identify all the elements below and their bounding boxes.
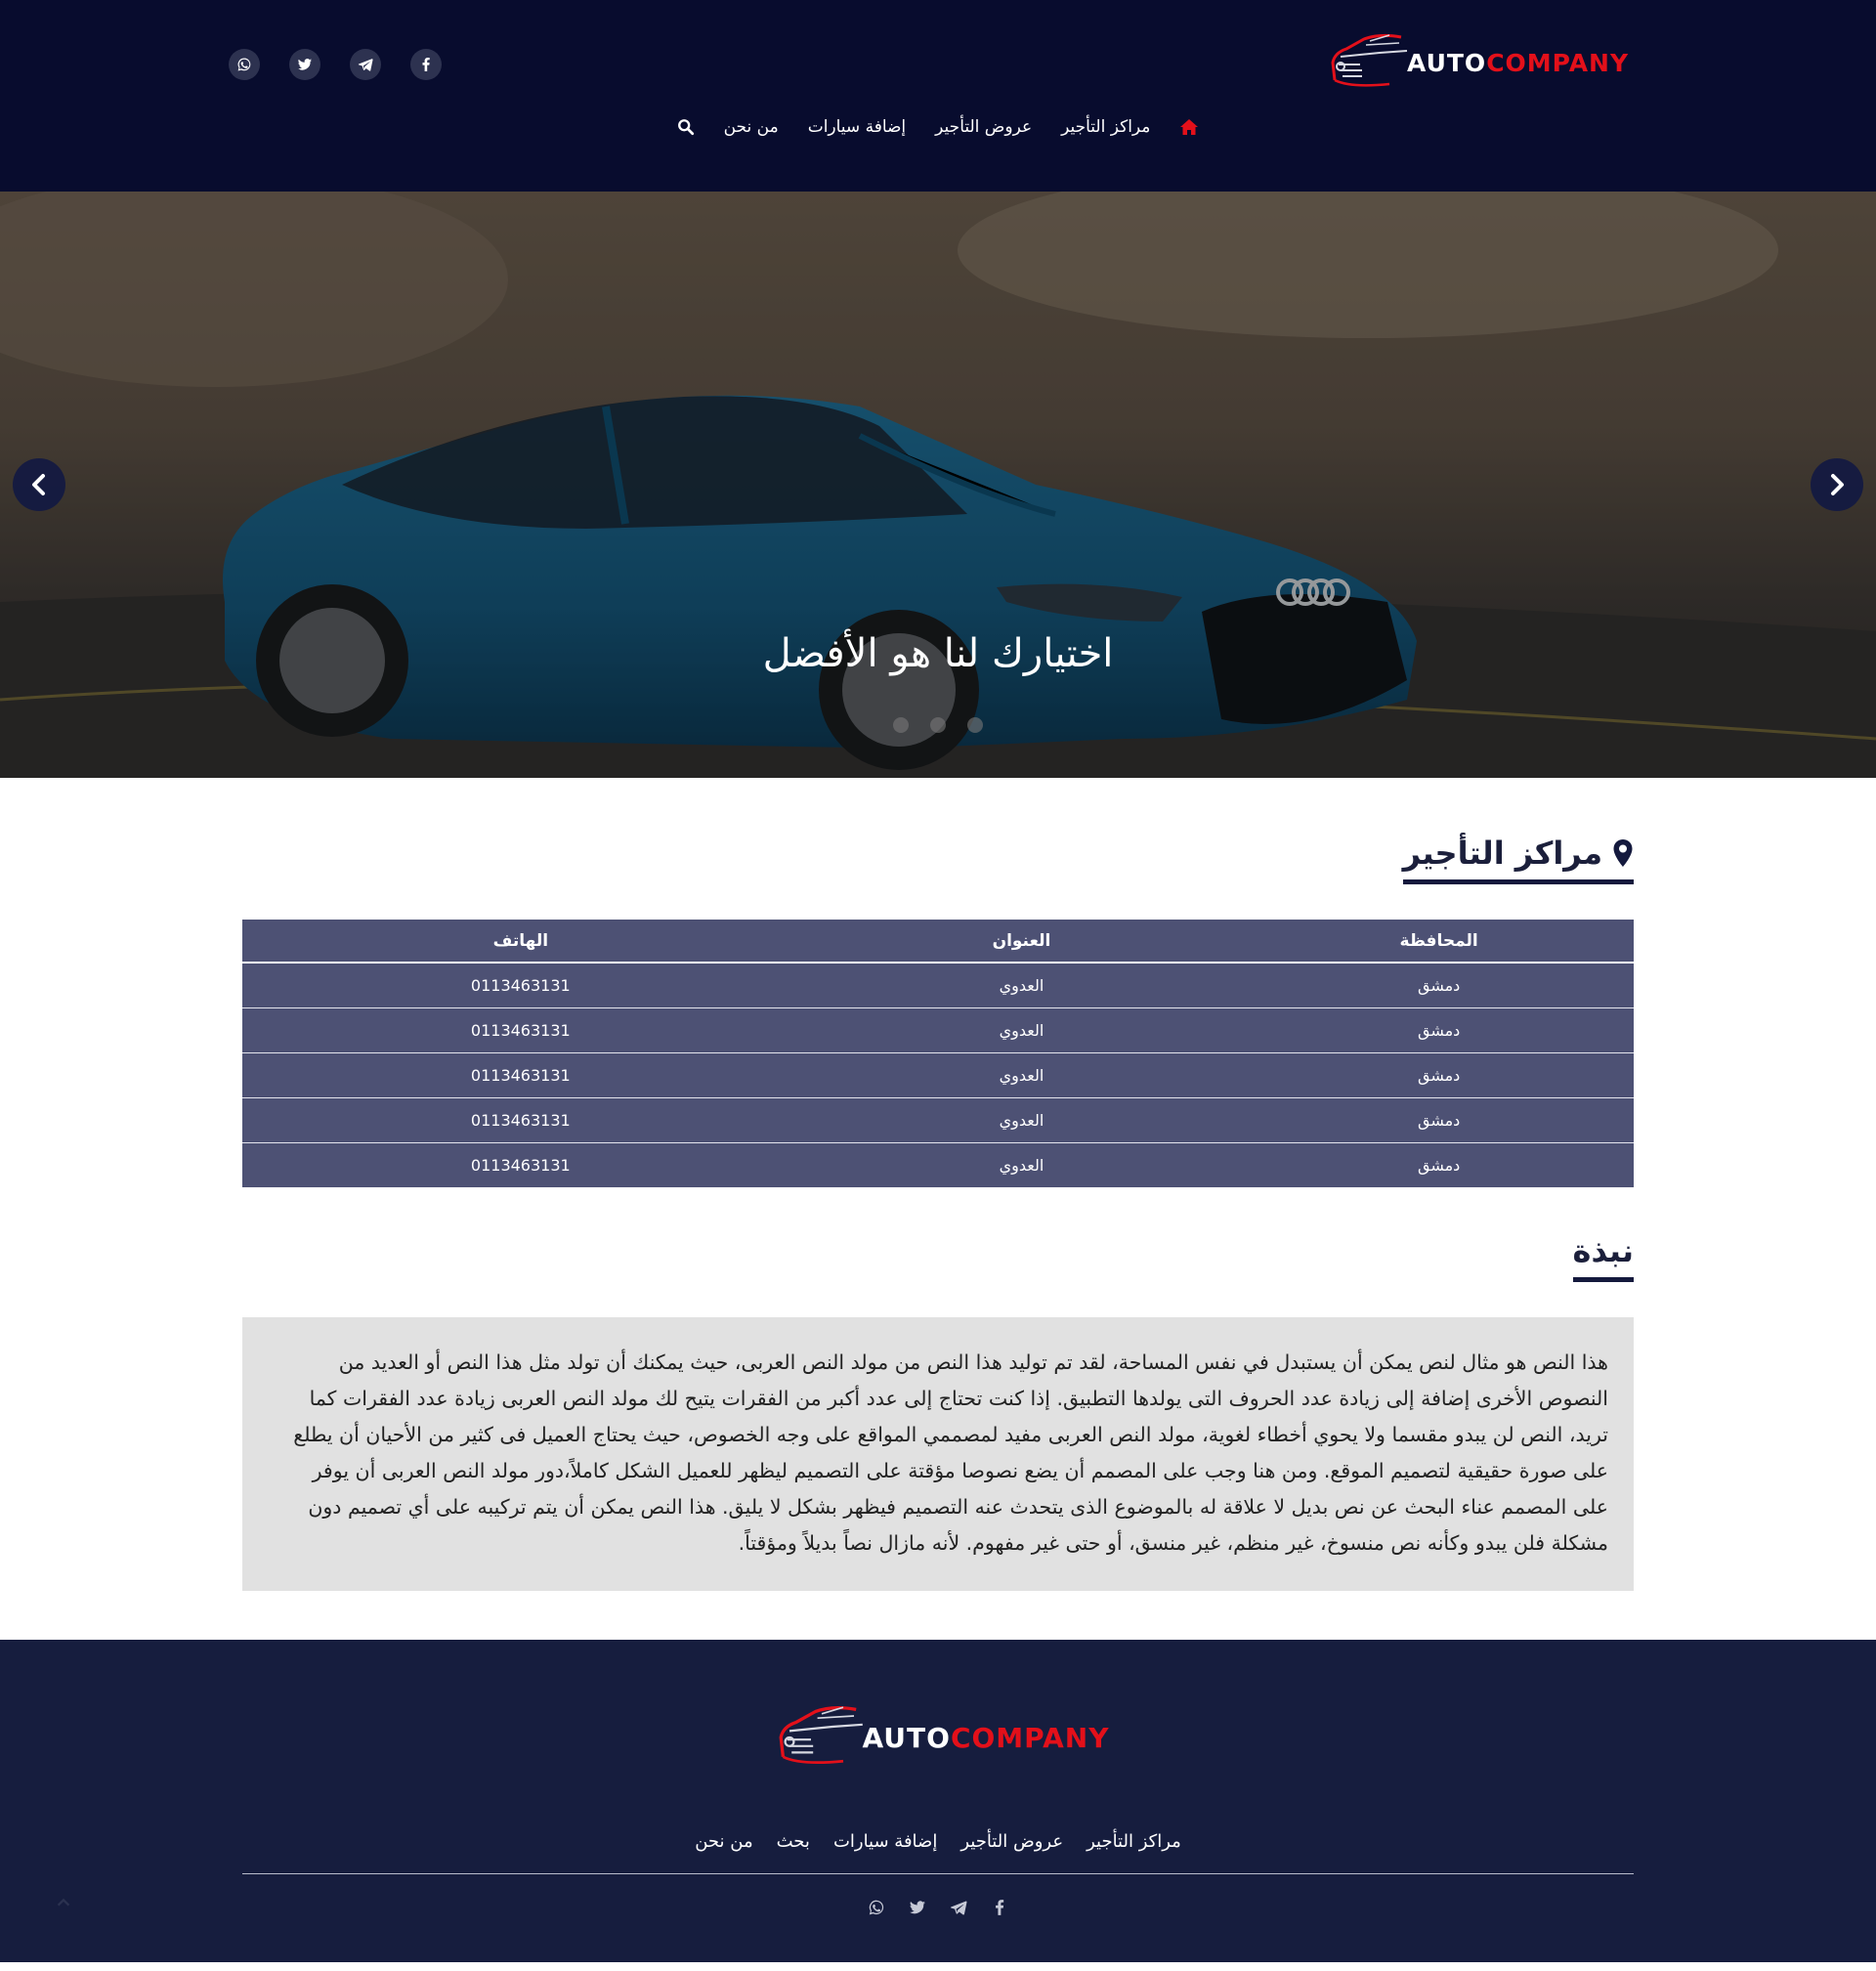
nav-rental-centers[interactable]: مراكز التأجير <box>1061 107 1150 147</box>
cell-phone: 0113463131 <box>242 1051 799 1097</box>
logo-text-white: AUTO <box>1407 48 1487 77</box>
cell-phone: 0113463131 <box>242 1096 799 1142</box>
hero-car-image <box>0 192 1876 778</box>
car-logo-icon <box>779 1705 863 1765</box>
whatsapp-icon[interactable] <box>867 1898 886 1917</box>
cell-governorate: دمشق <box>1244 1007 1634 1052</box>
slider-dot-2[interactable] <box>930 717 946 733</box>
facebook-icon[interactable] <box>410 49 442 80</box>
footer-nav-rental-centers[interactable]: مراكز التأجير <box>1087 1821 1181 1861</box>
table-row: دمشق العدوي 0113463131 <box>242 1051 1634 1097</box>
footer-nav-rental-offers[interactable]: عروض التأجير <box>960 1821 1063 1861</box>
site-header: AUTOCOMPANY مراكز التأجير عروض التأجير إ… <box>0 0 1876 192</box>
footer-nav-add-cars[interactable]: إضافة سيارات <box>833 1821 937 1861</box>
site-footer: AUTOCOMPANY مراكز التأجير عروض التأجير إ… <box>0 1640 1876 1962</box>
rental-centers-title: مراكز التأجير <box>1402 835 1602 872</box>
cell-governorate: دمشق <box>1244 962 1634 1007</box>
slider-dot-1[interactable] <box>893 717 909 733</box>
hero-caption: اختيارك لنا هو الأفضل <box>762 631 1114 676</box>
cell-phone: 0113463131 <box>242 1007 799 1052</box>
twitter-icon[interactable] <box>289 49 320 80</box>
table-row: دمشق العدوي 0113463131 <box>242 1141 1634 1187</box>
cell-phone: 0113463131 <box>242 962 799 1007</box>
footer-social-links <box>0 1898 1876 1917</box>
nav-about-us[interactable]: من نحن <box>724 107 779 147</box>
slider-indicators <box>0 717 1876 733</box>
cell-address: العدوي <box>798 1141 1245 1187</box>
slider-prev-button[interactable] <box>13 458 65 511</box>
table-row: دمشق العدوي 0113463131 <box>242 1096 1634 1142</box>
logo-text-white: AUTO <box>862 1721 951 1754</box>
column-header-phone: الهاتف <box>242 920 799 964</box>
hero-slider: اختيارك لنا هو الأفضل <box>0 192 1876 778</box>
footer-logo[interactable]: AUTOCOMPANY <box>767 1694 1110 1780</box>
facebook-icon[interactable] <box>990 1898 1009 1917</box>
telegram-icon[interactable] <box>350 49 381 80</box>
slider-dot-3[interactable] <box>967 717 983 733</box>
cell-address: العدوي <box>798 1096 1245 1142</box>
column-header-address: العنوان <box>798 920 1245 964</box>
cell-phone: 0113463131 <box>242 1141 799 1187</box>
home-icon <box>1180 119 1199 135</box>
telegram-icon[interactable] <box>949 1898 968 1917</box>
about-text-box: هذا النص هو مثال لنص يمكن أن يستبدل في ن… <box>242 1317 1634 1591</box>
main-content: مراكز التأجير المحافظة العنوان الهاتف دم… <box>0 778 1876 1591</box>
car-logo-icon <box>1331 33 1408 87</box>
cell-address: العدوي <box>798 962 1245 1007</box>
about-heading: نبذة <box>1572 1232 1634 1282</box>
table-header-row: المحافظة العنوان الهاتف <box>242 920 1634 964</box>
about-text: هذا النص هو مثال لنص يمكن أن يستبدل في ن… <box>293 1350 1608 1555</box>
table-row: دمشق العدوي 0113463131 <box>242 962 1634 1007</box>
chevron-up-icon <box>57 1898 70 1907</box>
chevron-left-icon <box>32 474 45 495</box>
footer-nav-about-us[interactable]: من نحن <box>695 1821 752 1861</box>
map-marker-icon <box>1613 839 1633 867</box>
logo-text-red: COMPANY <box>950 1721 1110 1754</box>
nav-home-link[interactable] <box>1179 107 1199 147</box>
whatsapp-icon[interactable] <box>229 49 260 80</box>
cell-address: العدوي <box>798 1007 1245 1052</box>
column-header-governorate: المحافظة <box>1244 920 1634 964</box>
footer-nav-search[interactable]: بحث <box>777 1821 810 1861</box>
twitter-icon[interactable] <box>908 1898 927 1917</box>
cell-address: العدوي <box>798 1051 1245 1097</box>
cell-governorate: دمشق <box>1244 1096 1634 1142</box>
back-to-top-button[interactable] <box>49 1894 78 1923</box>
footer-divider <box>242 1873 1634 1874</box>
site-logo[interactable]: AUTOCOMPANY <box>1321 21 1643 104</box>
nav-add-cars[interactable]: إضافة سيارات <box>808 107 906 147</box>
logo-text-red: COMPANY <box>1486 48 1630 77</box>
slider-next-button[interactable] <box>1811 458 1863 511</box>
table-row: دمشق العدوي 0113463131 <box>242 1007 1634 1052</box>
header-social-links <box>229 49 471 80</box>
rental-centers-table: المحافظة العنوان الهاتف دمشق العدوي 0113… <box>242 920 1634 1187</box>
nav-search-button[interactable] <box>677 107 695 147</box>
nav-rental-offers[interactable]: عروض التأجير <box>935 107 1032 147</box>
footer-nav: مراكز التأجير عروض التأجير إضافة سيارات … <box>0 1821 1876 1861</box>
rental-centers-heading: مراكز التأجير <box>1402 835 1634 884</box>
cell-governorate: دمشق <box>1244 1051 1634 1097</box>
chevron-right-icon <box>1831 474 1844 495</box>
cell-governorate: دمشق <box>1244 1141 1634 1187</box>
main-nav: مراكز التأجير عروض التأجير إضافة سيارات … <box>0 107 1876 147</box>
search-icon <box>677 119 694 136</box>
